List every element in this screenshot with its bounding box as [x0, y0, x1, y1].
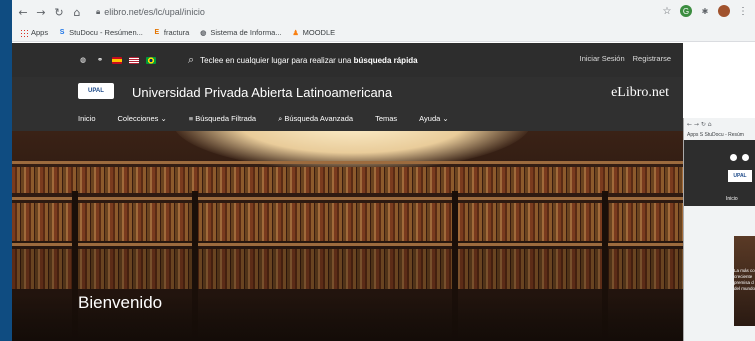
home-icon[interactable]: ⌂ — [70, 5, 84, 19]
bookshelf-row — [12, 203, 683, 241]
forward-icon[interactable]: → — [34, 5, 48, 19]
library-dome — [172, 131, 532, 171]
browser-toolbar: ← → ↻ ⌂ 🔒︎ elibro.net/es/lc/upal/inicio … — [12, 0, 755, 24]
bookmark-moodle[interactable]: ♟ MOODLE — [292, 28, 336, 37]
site-header: UPAL Universidad Privada Abierta Latinoa… — [12, 77, 683, 131]
quick-search[interactable]: ⌕ Teclee en cualquier lugar para realiza… — [188, 54, 418, 67]
puzzle-icon[interactable]: ✱ — [699, 5, 711, 17]
side-toolbar: ← → ↻ ⌂ — [687, 120, 712, 128]
hero-title: Bienvenido — [78, 293, 163, 312]
balcony-rail — [12, 197, 683, 200]
side-site-header: UPAL Inicio — [684, 140, 755, 206]
link-icon[interactable]: ⚭ — [95, 55, 105, 65]
globe-icon[interactable]: ◍ — [78, 55, 88, 65]
bookmark-label: MOODLE — [302, 28, 336, 37]
site-top-bar: ◍ ⚭ ⌕ Teclee en cualquier lugar para rea… — [12, 43, 683, 77]
bookmark-fractura[interactable]: E fractura — [153, 28, 190, 37]
globe-icon: ◍ — [200, 29, 207, 37]
bookmarks-bar: Apps S StuDocu - Resúmen... E fractura ◍… — [12, 24, 755, 42]
hero-banner: Bienvenido — [12, 131, 683, 341]
menu-ayuda[interactable]: Ayuda ⌄ — [419, 114, 449, 124]
globe-icon — [730, 154, 737, 161]
usa-flag-icon[interactable] — [129, 56, 139, 64]
bookmark-label: fractura — [163, 28, 190, 37]
login-link[interactable]: Iniciar Sesión — [580, 54, 625, 63]
browser-window: ← → ↻ ⌂ 🔒︎ elibro.net/es/lc/upal/inicio … — [12, 0, 755, 341]
search-icon: ⌕ — [188, 54, 195, 66]
bookmark-studocu[interactable]: S StuDocu - Resúmen... — [58, 28, 143, 37]
star-icon[interactable]: ☆ — [661, 5, 673, 17]
side-bookmarks: Apps S StuDocu - Resúm — [687, 132, 744, 138]
main-menu: Inicio Colecciones ⌄ ≡ Búsqueda Filtrada… — [78, 114, 471, 124]
side-menu-inicio: Inicio — [726, 196, 738, 202]
studocu-icon: S — [59, 29, 65, 36]
bookmark-e-icon: E — [154, 29, 160, 36]
bookmark-sistema[interactable]: ◍ Sistema de Informa... — [199, 28, 281, 37]
brazil-flag-icon[interactable] — [146, 56, 156, 64]
menu-colecciones[interactable]: Colecciones ⌄ — [118, 114, 167, 124]
bookshelf-row — [12, 167, 683, 193]
second-browser-window[interactable]: ← → ↻ ⌂ Apps S StuDocu - Resúm UPAL Inic… — [683, 118, 755, 341]
balcony-rail — [12, 161, 683, 164]
upal-logo[interactable]: UPAL — [78, 83, 114, 99]
url-text: elibro.net/es/lc/upal/inicio — [104, 7, 205, 17]
search-hint: Teclee en cualquier lugar para realizar … — [200, 56, 418, 65]
menu-inicio[interactable]: Inicio — [78, 114, 96, 124]
link-icon — [742, 154, 749, 161]
upal-logo: UPAL — [728, 170, 752, 182]
extension-icon[interactable]: G — [680, 5, 692, 17]
menu-temas[interactable]: Temas — [375, 114, 397, 124]
bookmark-label: Apps — [31, 28, 49, 37]
lock-icon: 🔒︎ — [96, 7, 101, 16]
bookmark-apps[interactable]: Apps — [20, 28, 48, 37]
spain-flag-icon[interactable] — [112, 56, 122, 64]
balcony-rail — [12, 243, 683, 246]
elibro-brand[interactable]: eLibro.net — [611, 85, 669, 101]
menu-busqueda-filtrada[interactable]: ≡ Búsqueda Filtrada — [189, 114, 256, 124]
avatar[interactable] — [718, 5, 730, 17]
university-name: Universidad Privada Abierta Latinoameric… — [132, 85, 393, 100]
back-icon[interactable]: ← — [16, 5, 30, 19]
address-bar[interactable]: 🔒︎ elibro.net/es/lc/upal/inicio — [96, 7, 205, 17]
side-hero-text: La más co creciente premisa d del mundo — [734, 268, 755, 291]
register-link[interactable]: Registrarse — [633, 54, 671, 63]
bookmark-label: StuDocu - Resúmen... — [69, 28, 143, 37]
reload-icon[interactable]: ↻ — [52, 5, 66, 19]
more-menu-icon[interactable]: ⋮ — [737, 5, 749, 17]
bookshelf-row — [12, 249, 683, 289]
apps-grid-icon — [20, 28, 28, 37]
menu-busqueda-avanzada[interactable]: ⌕ Búsqueda Avanzada — [278, 114, 353, 124]
moodle-icon: ♟ — [292, 29, 299, 37]
bookmark-label: Sistema de Informa... — [210, 28, 282, 37]
